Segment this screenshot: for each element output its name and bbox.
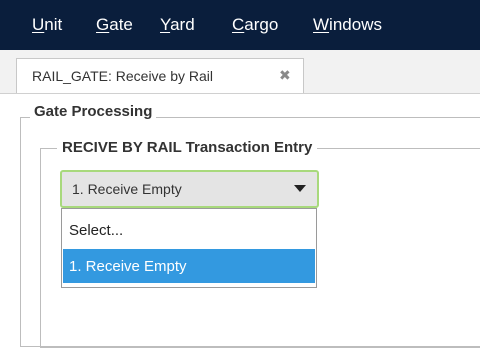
- menu-gate-label: ate: [109, 15, 133, 34]
- menu-yard-label: ard: [170, 15, 195, 34]
- caret-down-icon: [294, 185, 306, 192]
- select-value: 1. Receive Empty: [72, 181, 182, 197]
- menu-cargo-label: argo: [244, 15, 279, 34]
- option-select[interactable]: Select...: [63, 213, 315, 247]
- menu-yard-mnemonic: Y: [160, 15, 171, 34]
- tab-strip: RAIL_GATE: Receive by Rail ✖: [0, 50, 480, 94]
- menu-gate[interactable]: Gate: [96, 15, 133, 35]
- menu-windows[interactable]: Windows: [313, 15, 382, 35]
- option-receive-empty[interactable]: 1. Receive Empty: [63, 249, 315, 283]
- menu-cargo-mnemonic: C: [232, 15, 245, 34]
- menu-windows-mnemonic: W: [313, 15, 330, 34]
- transaction-entry-title: RECIVE BY RAIL Transaction Entry: [57, 139, 318, 156]
- gate-processing-title: Gate Processing: [30, 103, 157, 120]
- menu-unit-mnemonic: U: [32, 15, 45, 34]
- tab-rail-gate[interactable]: RAIL_GATE: Receive by Rail ✖: [16, 58, 304, 93]
- transaction-type-dropdown: Select... 1. Receive Empty: [61, 208, 317, 288]
- menu-yard[interactable]: Yard: [160, 15, 195, 35]
- close-icon[interactable]: ✖: [279, 67, 291, 84]
- menu-windows-label: indows: [329, 15, 382, 34]
- menu-gate-mnemonic: G: [96, 15, 110, 34]
- menu-unit[interactable]: Unit: [32, 15, 62, 35]
- menu-bar: Unit Gate Yard Cargo Windows: [0, 0, 480, 50]
- transaction-type-select[interactable]: 1. Receive Empty: [60, 170, 319, 208]
- menu-cargo[interactable]: Cargo: [232, 15, 278, 35]
- option-select-label: Select...: [69, 222, 124, 239]
- option-receive-empty-label: 1. Receive Empty: [69, 258, 187, 275]
- menu-unit-label: nit: [44, 15, 63, 34]
- tab-label: RAIL_GATE: Receive by Rail: [32, 68, 214, 84]
